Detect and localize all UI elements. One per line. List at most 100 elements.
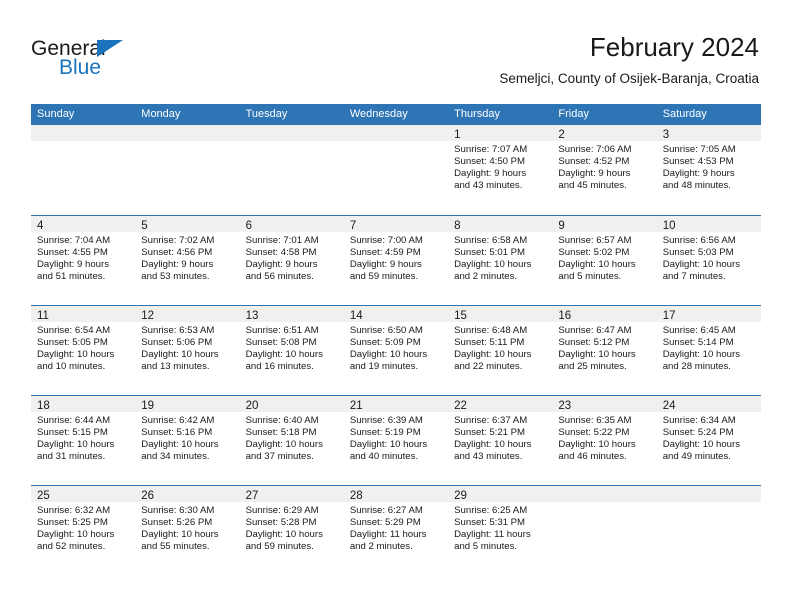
daylight-duration-line2: and 37 minutes.	[245, 450, 314, 462]
day-sun-info	[135, 141, 239, 144]
day-cell-14[interactable]: 14 Sunrise: 6:50 AM Sunset: 5:09 PM Dayligh…	[343, 306, 449, 395]
sunset-time: Sunset: 5:28 PM	[245, 516, 317, 528]
day-number-band: 26	[135, 486, 240, 502]
day-sun-info: Sunrise: 6:58 AM Sunset: 5:01 PM Daylight:…	[448, 232, 552, 283]
sunrise-time: Sunrise: 6:32 AM	[37, 505, 111, 516]
day-cell-11[interactable]: 11 Sunrise: 6:54 AM Sunset: 5:05 PM Dayligh…	[31, 306, 136, 395]
day-cell-27[interactable]: 27 Sunrise: 6:29 AM Sunset: 5:28 PM Dayligh…	[239, 486, 344, 575]
day-sun-info: Sunrise: 6:39 AM Sunset: 5:19 PM Daylight:…	[344, 412, 448, 463]
day-cell-20[interactable]: 20 Sunrise: 6:40 AM Sunset: 5:18 PM Dayligh…	[239, 396, 344, 485]
day-cell-4[interactable]: 4 Sunrise: 7:04 AM Sunset: 4:55 PM Daylight…	[31, 216, 136, 305]
sunset-time: Sunset: 5:24 PM	[662, 426, 734, 438]
day-cell-19[interactable]: 19 Sunrise: 6:42 AM Sunset: 5:16 PM Dayligh…	[135, 396, 240, 485]
day-number-band: 3	[656, 125, 761, 141]
day-cell-6[interactable]: 6 Sunrise: 7:01 AM Sunset: 4:58 PM Daylight…	[239, 216, 344, 305]
day-cell-17[interactable]: 17 Sunrise: 6:45 AM Sunset: 5:14 PM Dayligh…	[656, 306, 761, 395]
day-number-band: 27	[239, 486, 344, 502]
daylight-duration-line1: Daylight: 10 hours	[662, 258, 741, 270]
day-sun-info: Sunrise: 6:47 AM Sunset: 5:12 PM Daylight:…	[552, 322, 656, 373]
day-sun-info	[344, 141, 448, 144]
day-sun-info	[31, 141, 135, 144]
day-cell-empty	[656, 486, 761, 575]
day-sun-info: Sunrise: 6:56 AM Sunset: 5:03 PM Daylight:…	[657, 232, 761, 283]
calendar-week-row: 1 Sunrise: 7:07 AM Sunset: 4:50 PM Daylight…	[31, 125, 761, 215]
day-number: 19	[141, 400, 155, 412]
day-cell-3[interactable]: 3 Sunrise: 7:05 AM Sunset: 4:53 PM Daylight…	[656, 125, 761, 215]
daylight-duration-line1: Daylight: 11 hours	[454, 528, 531, 540]
day-number-band: 1	[448, 125, 553, 141]
day-cell-22[interactable]: 22 Sunrise: 6:37 AM Sunset: 5:21 PM Dayligh…	[448, 396, 553, 485]
day-cell-10[interactable]: 10 Sunrise: 6:56 AM Sunset: 5:03 PM Dayligh…	[656, 216, 761, 305]
day-cell-empty	[343, 125, 449, 215]
sunset-time: Sunset: 5:09 PM	[349, 336, 421, 348]
day-cell-23[interactable]: 23 Sunrise: 6:35 AM Sunset: 5:22 PM Dayligh…	[552, 396, 657, 485]
sunrise-time: Sunrise: 6:40 AM	[245, 415, 319, 426]
weekday-header-wednesday: Wednesday	[349, 108, 408, 120]
calendar-week-row: 11 Sunrise: 6:54 AM Sunset: 5:05 PM Dayligh…	[31, 305, 761, 395]
daylight-duration-line1: Daylight: 10 hours	[349, 438, 428, 450]
sunset-time: Sunset: 5:03 PM	[662, 246, 734, 258]
day-cell-25[interactable]: 25 Sunrise: 6:32 AM Sunset: 5:25 PM Dayligh…	[31, 486, 136, 575]
day-cell-16[interactable]: 16 Sunrise: 6:47 AM Sunset: 5:12 PM Dayligh…	[552, 306, 657, 395]
day-cell-2[interactable]: 2 Sunrise: 7:06 AM Sunset: 4:52 PM Daylight…	[552, 125, 657, 215]
daylight-duration-line1: Daylight: 10 hours	[37, 528, 115, 540]
weekday-header-tuesday: Tuesday	[245, 108, 288, 120]
daylight-duration-line2: and 10 minutes.	[37, 360, 106, 372]
day-cell-21[interactable]: 21 Sunrise: 6:39 AM Sunset: 5:19 PM Dayligh…	[343, 396, 449, 485]
daylight-duration-line2: and 51 minutes.	[37, 270, 106, 282]
weekday-header-row: Sunday Monday Tuesday Wednesday Thursday Frid…	[31, 104, 761, 125]
daylight-duration-line1: Daylight: 10 hours	[37, 438, 115, 450]
day-sun-info: Sunrise: 7:04 AM Sunset: 4:55 PM Daylight:…	[31, 232, 135, 283]
daylight-duration-line1: Daylight: 10 hours	[141, 348, 219, 360]
day-cell-28[interactable]: 28 Sunrise: 6:27 AM Sunset: 5:29 PM Dayligh…	[343, 486, 449, 575]
calendar-week-row: 25 Sunrise: 6:32 AM Sunset: 5:25 PM Dayligh…	[31, 485, 761, 575]
sunrise-time: Sunrise: 6:30 AM	[141, 505, 215, 516]
day-sun-info: Sunrise: 6:25 AM Sunset: 5:31 PM Daylight:…	[448, 502, 552, 553]
daylight-duration-line2: and 34 minutes.	[141, 450, 210, 462]
weekday-header-friday: Friday	[558, 108, 589, 120]
day-cell-29[interactable]: 29 Sunrise: 6:25 AM Sunset: 5:31 PM Dayligh…	[448, 486, 553, 575]
daylight-duration-line1: Daylight: 10 hours	[37, 348, 115, 360]
day-cell-26[interactable]: 26 Sunrise: 6:30 AM Sunset: 5:26 PM Dayligh…	[135, 486, 240, 575]
sunset-time: Sunset: 4:59 PM	[349, 246, 421, 258]
sunset-time: Sunset: 5:31 PM	[454, 516, 526, 528]
day-number-band: 4	[31, 216, 136, 232]
day-cell-8[interactable]: 8 Sunrise: 6:58 AM Sunset: 5:01 PM Daylight…	[448, 216, 553, 305]
sunrise-time: Sunrise: 6:45 AM	[662, 325, 736, 336]
day-cell-empty	[31, 125, 136, 215]
day-number: 2	[558, 129, 565, 141]
day-cell-24[interactable]: 24 Sunrise: 6:34 AM Sunset: 5:24 PM Dayligh…	[656, 396, 761, 485]
sunset-time: Sunset: 5:08 PM	[245, 336, 317, 348]
day-number: 16	[558, 310, 572, 322]
daylight-duration-line1: Daylight: 10 hours	[454, 438, 532, 450]
daylight-duration-line2: and 43 minutes.	[454, 179, 523, 191]
daylight-duration-line1: Daylight: 10 hours	[141, 438, 219, 450]
sunset-time: Sunset: 5:14 PM	[662, 336, 734, 348]
sunset-time: Sunset: 5:25 PM	[37, 516, 108, 528]
day-number-band	[656, 486, 761, 502]
weekday-header-thursday: Thursday	[454, 108, 500, 120]
day-sun-info	[240, 141, 344, 144]
daylight-duration-line2: and 5 minutes.	[558, 270, 622, 282]
day-number: 13	[245, 310, 259, 322]
day-cell-5[interactable]: 5 Sunrise: 7:02 AM Sunset: 4:56 PM Daylight…	[135, 216, 240, 305]
day-sun-info: Sunrise: 6:29 AM Sunset: 5:28 PM Daylight:…	[240, 502, 344, 553]
day-number: 14	[349, 310, 363, 322]
day-cell-7[interactable]: 7 Sunrise: 7:00 AM Sunset: 4:59 PM Daylight…	[343, 216, 449, 305]
sunset-time: Sunset: 5:01 PM	[454, 246, 526, 258]
day-number-band: 17	[656, 306, 761, 322]
daylight-duration-line2: and 49 minutes.	[662, 450, 731, 462]
sunset-time: Sunset: 4:53 PM	[662, 155, 734, 167]
daylight-duration-line1: Daylight: 10 hours	[558, 438, 636, 450]
daylight-duration-line2: and 7 minutes.	[662, 270, 726, 282]
title-block: February 2024 Semeljci, County of Osijek…	[499, 32, 759, 88]
day-cell-13[interactable]: 13 Sunrise: 6:51 AM Sunset: 5:08 PM Dayligh…	[239, 306, 344, 395]
day-cell-12[interactable]: 12 Sunrise: 6:53 AM Sunset: 5:06 PM Dayligh…	[135, 306, 240, 395]
day-number-band: 20	[239, 396, 344, 412]
day-cell-9[interactable]: 9 Sunrise: 6:57 AM Sunset: 5:02 PM Daylight…	[552, 216, 657, 305]
day-cell-18[interactable]: 18 Sunrise: 6:44 AM Sunset: 5:15 PM Dayligh…	[31, 396, 136, 485]
day-cell-15[interactable]: 15 Sunrise: 6:48 AM Sunset: 5:11 PM Dayligh…	[448, 306, 553, 395]
daylight-duration-line2: and 45 minutes.	[558, 179, 627, 191]
day-number-band: 12	[135, 306, 240, 322]
day-cell-1[interactable]: 1 Sunrise: 7:07 AM Sunset: 4:50 PM Daylight…	[448, 125, 553, 215]
